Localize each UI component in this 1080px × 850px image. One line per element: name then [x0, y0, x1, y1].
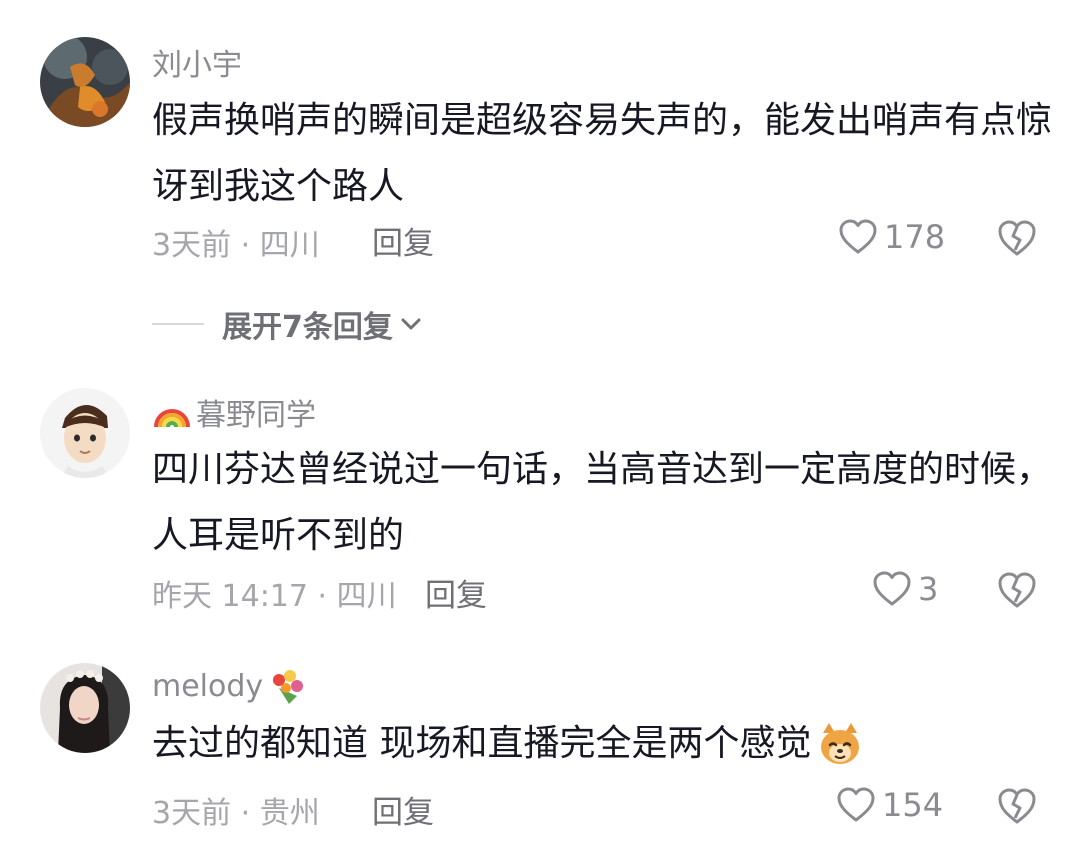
user-avatar[interactable] — [40, 663, 130, 753]
comment-meta: 3天前 · 贵州 — [152, 796, 320, 831]
bouquet-icon — [267, 666, 307, 706]
broken-heart-icon — [996, 786, 1038, 826]
reply-button[interactable]: 回复 — [372, 787, 434, 832]
like-button[interactable]: 154 — [836, 786, 943, 824]
comment-text: 去过的都知道 现场和直播完全是两个感觉 — [152, 711, 1052, 777]
dog-face-emoji — [815, 719, 865, 769]
like-count: 154 — [882, 786, 944, 824]
username-text: melody — [152, 668, 264, 704]
heart-icon — [836, 786, 876, 824]
comment-item: melody 去过的都知道 现场和直播完全是两个感觉 3天前 · 贵州 回复 1… — [0, 0, 1080, 850]
username[interactable]: melody — [152, 666, 307, 706]
dislike-button[interactable] — [996, 786, 1038, 828]
comment-text-content: 去过的都知道 现场和直播完全是两个感觉 — [152, 723, 812, 764]
